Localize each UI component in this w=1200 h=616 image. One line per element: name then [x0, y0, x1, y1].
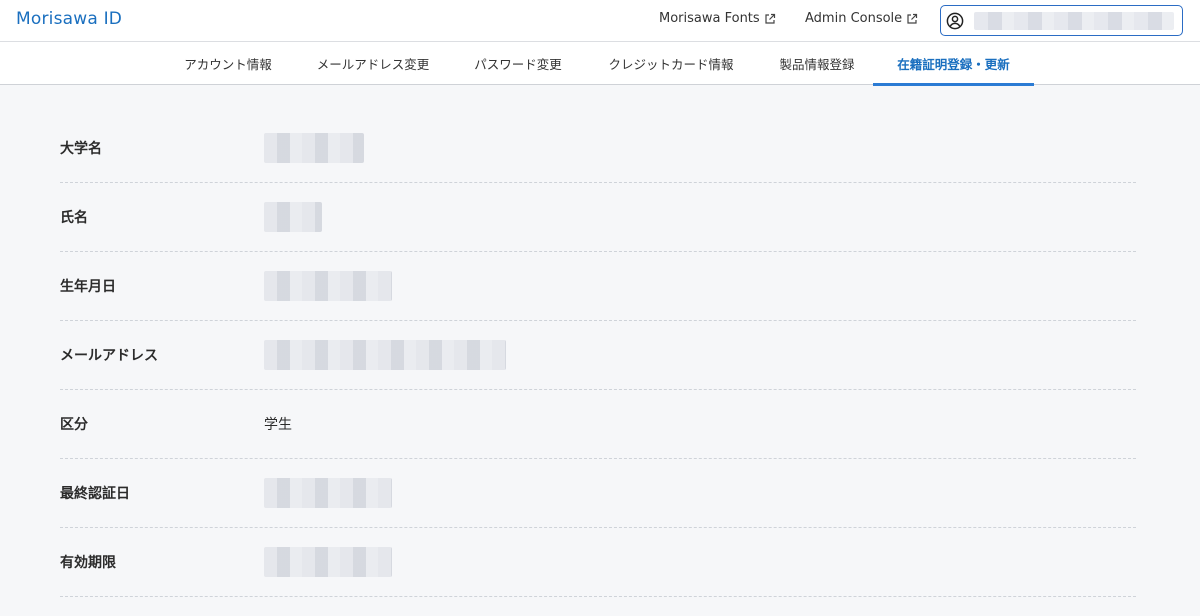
email-label: メールアドレス	[60, 348, 158, 364]
name-value	[264, 183, 322, 251]
row-expiry: 有効期限	[60, 528, 1136, 597]
expiry-label: 有効期限	[60, 555, 116, 571]
redacted-value	[264, 133, 364, 163]
redacted-value	[264, 478, 392, 508]
morisawa-fonts-link-label: Morisawa Fonts	[659, 11, 760, 26]
top-header: Morisawa ID Morisawa Fonts Admin Console	[0, 0, 1200, 42]
expiry-value	[264, 528, 392, 596]
tab-enrollment-certificate[interactable]: 在籍証明登録・更新	[873, 42, 1034, 86]
external-link-icon	[765, 13, 775, 24]
user-circle-icon	[946, 12, 964, 29]
name-label: 氏名	[60, 210, 88, 226]
tab-email-change[interactable]: メールアドレス変更	[314, 42, 432, 85]
morisawa-fonts-link[interactable]: Morisawa Fonts	[659, 11, 776, 26]
category-value: 学生	[264, 417, 292, 433]
account-name-redacted	[974, 11, 1174, 30]
redacted-value	[264, 547, 392, 577]
admin-console-link-label: Admin Console	[805, 11, 903, 26]
external-link-icon	[907, 13, 918, 24]
row-email: メールアドレス	[60, 321, 1136, 390]
birthdate-label: 生年月日	[60, 279, 116, 295]
tab-credit-card[interactable]: クレジットカード情報	[605, 42, 737, 85]
app-logo[interactable]: Morisawa ID	[16, 9, 122, 29]
row-university: 大学名	[60, 114, 1136, 183]
row-birthdate: 生年月日	[60, 252, 1136, 321]
admin-console-link[interactable]: Admin Console	[805, 11, 918, 26]
redacted-value	[264, 271, 392, 301]
last-verified-value	[264, 459, 392, 527]
row-category: 区分 学生	[60, 390, 1136, 459]
account-menu-button[interactable]	[940, 5, 1183, 36]
redacted-value	[264, 340, 506, 370]
tab-password-change[interactable]: パスワード変更	[472, 42, 564, 85]
birthdate-value	[264, 252, 392, 320]
tab-account-info[interactable]: アカウント情報	[182, 42, 274, 85]
email-value	[264, 321, 506, 389]
account-tabs: アカウント情報 メールアドレス変更 パスワード変更 クレジットカード情報 製品情…	[0, 42, 1200, 86]
university-value	[264, 114, 364, 182]
row-name: 氏名	[60, 183, 1136, 252]
tab-product-registration[interactable]: 製品情報登録	[777, 42, 857, 85]
enrollment-details: 大学名 氏名 生年月日 メールアドレス 区分 学生 最終認証日 有効期限	[0, 86, 1200, 616]
category-label: 区分	[60, 417, 88, 433]
university-label: 大学名	[60, 141, 102, 157]
last-verified-label: 最終認証日	[60, 486, 130, 502]
row-last-verified: 最終認証日	[60, 459, 1136, 528]
redacted-value	[264, 202, 322, 232]
